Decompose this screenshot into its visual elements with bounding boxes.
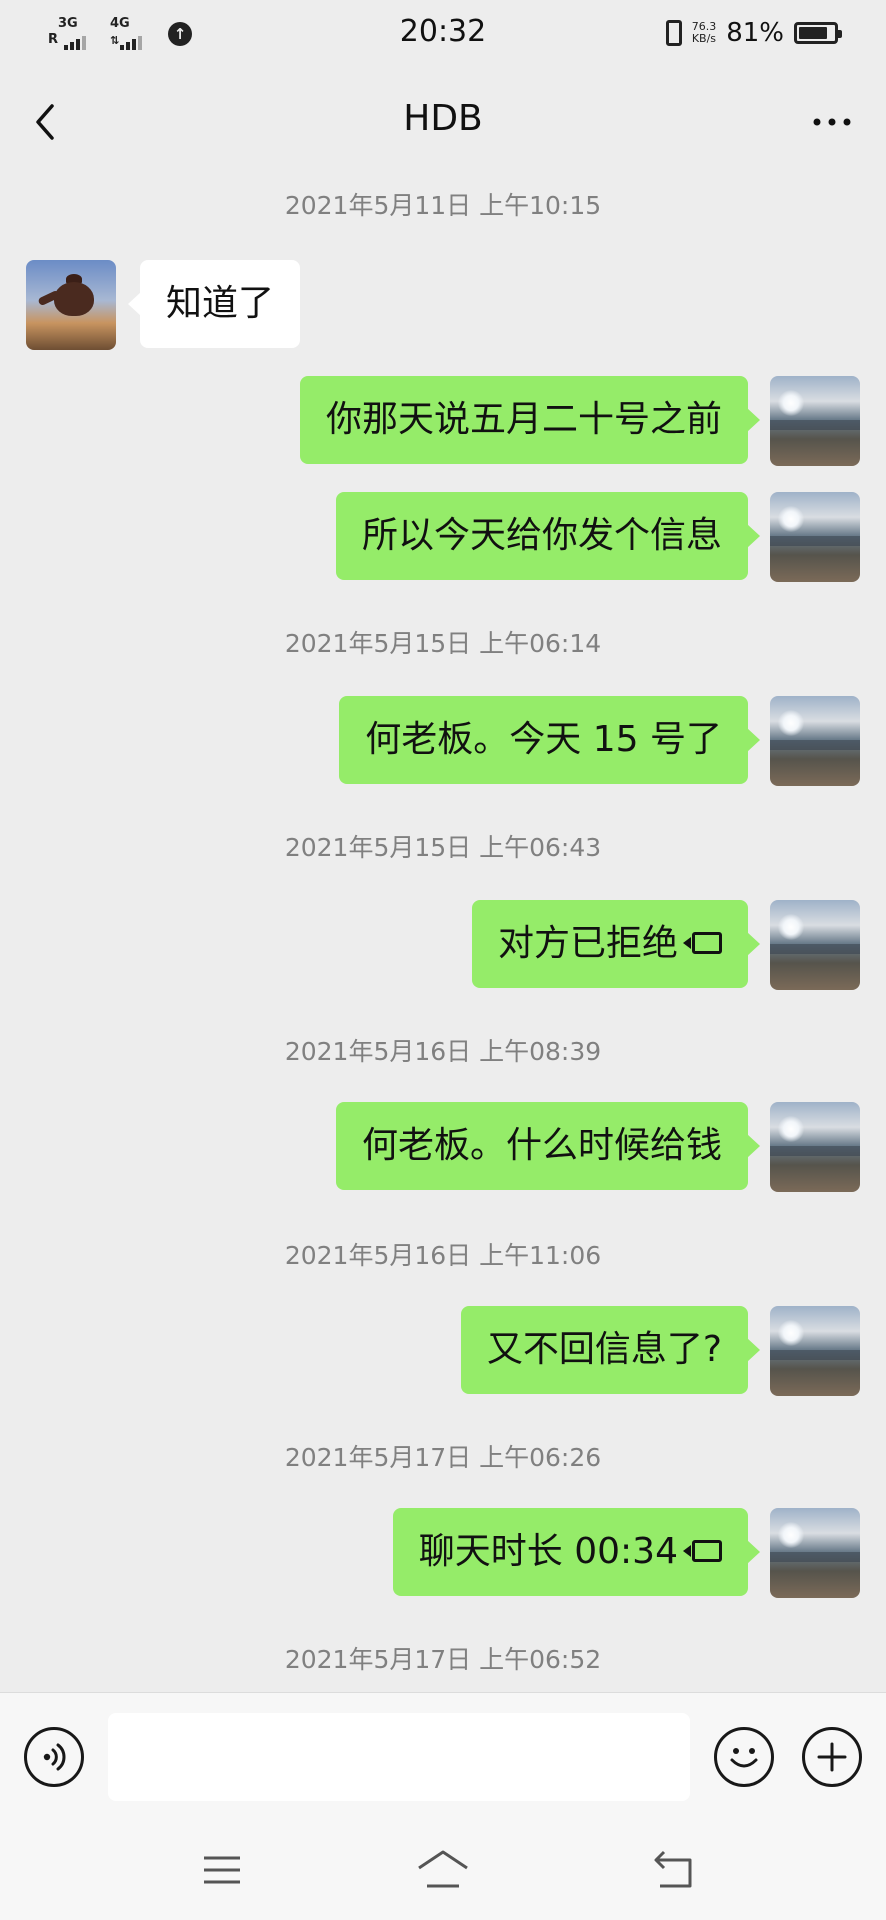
message-bubble-sent[interactable]: 所以今天给你发个信息: [335, 492, 761, 580]
more-button[interactable]: [804, 98, 860, 146]
more-horizontal-icon: [813, 118, 851, 126]
battery-level: [799, 27, 827, 39]
video-call-record-bubble[interactable]: 对方已拒绝: [471, 900, 761, 988]
my-avatar[interactable]: [770, 492, 860, 582]
voice-icon: [43, 1743, 66, 1771]
status-right: 76.3 KB/s 81%: [665, 18, 842, 48]
contact-avatar[interactable]: [26, 260, 116, 350]
system-nav-bar: [0, 1820, 886, 1920]
my-avatar[interactable]: [770, 900, 860, 990]
message-input[interactable]: [108, 1713, 690, 1801]
my-avatar[interactable]: [770, 1102, 860, 1192]
my-avatar[interactable]: [770, 696, 860, 786]
teapot-image-part: [54, 282, 94, 316]
message-bubble-sent[interactable]: 何老板。今天 15 号了: [339, 696, 760, 784]
timestamp: 2021年5月17日 上午06:52: [284, 1645, 602, 1674]
menu-icon: [204, 1856, 240, 1884]
emoji-icon: [730, 1748, 758, 1768]
timestamp: 2021年5月15日 上午06:14: [284, 629, 602, 658]
status-bar: 3G R 4G ⇅ ↑ 20:32 76.3 KB/s 81%: [0, 0, 886, 68]
video-call-icon: [683, 1540, 722, 1562]
video-call-record-bubble[interactable]: 聊天时长 00:34: [392, 1508, 761, 1596]
my-avatar[interactable]: [770, 1306, 860, 1396]
emoji-button[interactable]: [714, 1727, 774, 1787]
plus-button[interactable]: [802, 1727, 862, 1787]
my-avatar[interactable]: [770, 376, 860, 466]
voice-button[interactable]: [24, 1727, 84, 1787]
input-bar: [0, 1692, 886, 1820]
network-speed-unit: KB/s: [691, 32, 717, 45]
timestamp: 2021年5月17日 上午06:26: [284, 1443, 602, 1472]
call-status-text: 对方已拒绝: [497, 923, 678, 964]
message-bubble-sent[interactable]: 何老板。什么时候给钱: [335, 1102, 761, 1190]
timestamp: 2021年5月16日 上午11:06: [284, 1241, 602, 1270]
timestamp: 2021年5月16日 上午08:39: [284, 1037, 602, 1066]
timestamp: 2021年5月15日 上午06:43: [284, 833, 602, 862]
menu-button[interactable]: [192, 1842, 252, 1898]
chat-title: HDB: [403, 98, 483, 139]
call-duration-text: 聊天时长 00:34: [418, 1531, 678, 1572]
message-bubble-received[interactable]: 知道了: [127, 260, 301, 348]
plus-icon: [817, 1742, 847, 1772]
back-nav-button[interactable]: [646, 1842, 706, 1898]
home-icon: [418, 1850, 468, 1888]
home-button[interactable]: [413, 1842, 473, 1898]
back-icon: [654, 1850, 692, 1888]
my-avatar[interactable]: [770, 1508, 860, 1598]
vibrate-icon: [665, 20, 682, 46]
message-bubble-sent[interactable]: 你那天说五月二十号之前: [299, 376, 761, 464]
chat-header: HDB: [0, 90, 886, 154]
timestamp: 2021年5月11日 上午10:15: [284, 191, 602, 220]
video-call-icon: [683, 932, 722, 954]
message-bubble-sent[interactable]: 又不回信息了?: [460, 1306, 761, 1394]
battery-percent: 81%: [726, 18, 784, 48]
battery-icon: [794, 22, 842, 44]
network-speed: 76.3 KB/s: [692, 21, 717, 45]
